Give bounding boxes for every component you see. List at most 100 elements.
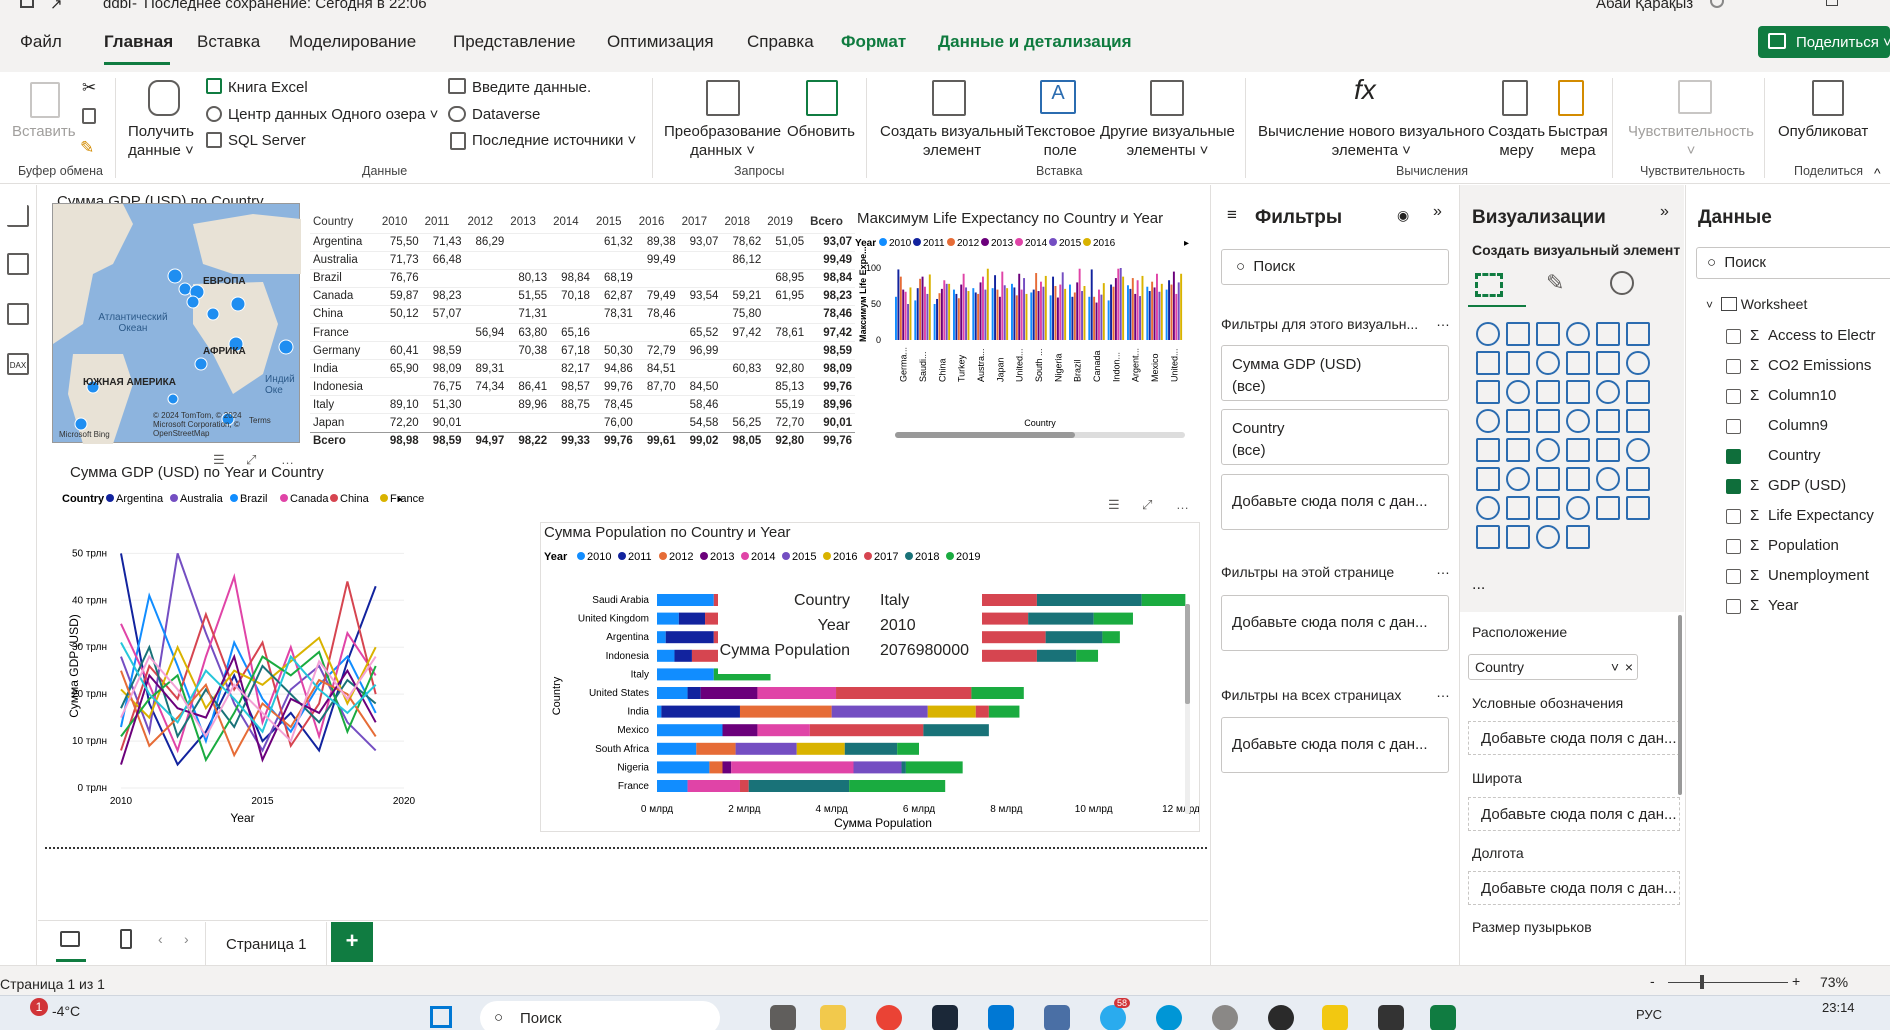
visual-type-icon[interactable] — [1476, 496, 1500, 520]
matrix-column-header[interactable]: 2011 — [422, 212, 465, 233]
visual-type-icon[interactable] — [1536, 496, 1560, 520]
visual-type-icon[interactable] — [1476, 322, 1500, 346]
matrix-column-header[interactable]: 2017 — [679, 212, 722, 233]
report-view-icon[interactable] — [7, 205, 29, 227]
field-population[interactable]: Σ Population — [1726, 537, 1839, 554]
dax-query-icon[interactable]: DAX — [7, 353, 29, 375]
visual-type-icon[interactable] — [1506, 467, 1530, 491]
map-visual[interactable]: ЕВРОПА Атлантический Океан АФРИКА ЮЖНАЯ … — [52, 203, 301, 444]
visual-type-icon[interactable] — [1596, 380, 1620, 404]
filter-card-country[interactable]: Country (все) — [1221, 409, 1449, 465]
visual-type-icon[interactable] — [1596, 467, 1620, 491]
field-access-to-electr[interactable]: Σ Access to Electr — [1726, 327, 1876, 344]
gdp-line-chart[interactable]: Country Argentina Australia Brazil Canada Chi… — [62, 488, 504, 833]
collapse-pane-icon[interactable]: » — [1433, 203, 1442, 221]
filter-icon[interactable]: ☰ — [1108, 497, 1120, 513]
collapse-pane-icon[interactable]: » — [1660, 203, 1669, 221]
visual-type-icon[interactable] — [1566, 351, 1590, 375]
menu-modeling[interactable]: Моделирование — [289, 32, 416, 52]
task-view-icon[interactable] — [770, 1005, 796, 1030]
publish-button[interactable]: Опубликоват — [1778, 122, 1868, 141]
matrix-column-header[interactable]: 2015 — [593, 212, 636, 233]
save-icon[interactable] — [20, 0, 34, 8]
table-view-icon[interactable] — [7, 253, 29, 275]
matrix-column-header[interactable]: 2010 — [379, 212, 422, 233]
field-column10[interactable]: Σ Column10 — [1726, 387, 1836, 404]
field-column9[interactable]: Column9 — [1726, 417, 1828, 434]
eye-icon[interactable]: ◉ — [1397, 207, 1409, 224]
visual-type-icon[interactable] — [1626, 322, 1650, 346]
visual-type-icon[interactable] — [1536, 351, 1560, 375]
matrix-row[interactable]: China 50,12 57,07 71,31 78,31 78,46 75,80 78,46 — [310, 304, 855, 324]
field-gdp-usd-[interactable]: Σ GDP (USD) — [1726, 477, 1846, 494]
recent-sources-button[interactable]: Последние источники ˅ — [472, 131, 636, 150]
copy-icon[interactable] — [82, 108, 96, 124]
format-painter-icon[interactable]: ✎ — [80, 138, 94, 157]
add-all-pages-filter-field[interactable]: Добавьте сюда поля с дан... — [1221, 717, 1449, 773]
format-visual-icon[interactable]: ✎ — [1546, 270, 1564, 296]
visual-type-icon[interactable] — [1476, 525, 1500, 549]
visual-type-icon[interactable] — [1626, 380, 1650, 404]
share-button[interactable]: Поделиться ˅ — [1758, 26, 1890, 58]
visual-type-icon[interactable] — [1626, 467, 1650, 491]
next-page-icon[interactable]: › — [184, 931, 189, 947]
undo-icon[interactable]: ↗ — [50, 0, 63, 13]
refresh-button[interactable]: Обновить — [787, 122, 855, 141]
matrix-column-header[interactable]: Country — [310, 212, 379, 233]
paste-button[interactable]: Вставить — [12, 122, 76, 141]
location-field-pill[interactable]: Country ˅ × — [1468, 654, 1638, 680]
visual-type-icon[interactable] — [1476, 409, 1500, 433]
field-unemployment[interactable]: Σ Unemployment — [1726, 567, 1869, 584]
visual-type-icon[interactable] — [1506, 351, 1530, 375]
filter-card-gdp[interactable]: Сумма GDP (USD) (все) — [1221, 345, 1449, 401]
matrix-row[interactable]: Argentina 75,50 71,43 86,29 61,32 89,38 93,07 7… — [310, 232, 855, 252]
menu-file[interactable]: Файл — [20, 32, 62, 52]
more-options-icon[interactable]: … — [1436, 684, 1450, 700]
visual-type-icon[interactable] — [1476, 380, 1500, 404]
field-co2-emissions[interactable]: Σ CO2 Emissions — [1726, 357, 1871, 374]
new-visual-button[interactable]: Создать визуальный элемент — [880, 122, 1024, 160]
data-search[interactable]: ○ Поиск — [1696, 247, 1890, 279]
sensitivity-button[interactable]: Чувствительность ˅ — [1628, 122, 1754, 160]
zoom-out-button[interactable]: - — [1650, 973, 1655, 989]
visual-type-icon[interactable] — [1566, 496, 1590, 520]
longitude-add-field[interactable]: Добавьте сюда поля с дан... — [1468, 871, 1680, 905]
menu-insert[interactable]: Вставка — [197, 32, 260, 52]
new-visual-calc-button[interactable]: Вычисление нового визуального элемента ˅ — [1258, 122, 1485, 160]
enter-data-button[interactable]: Введите данные. — [472, 78, 591, 97]
user-name[interactable]: Абай Қарақыз — [1596, 0, 1693, 12]
onelake-button[interactable]: Центр данных Одного озера ˅ — [228, 105, 438, 124]
visual-type-icon[interactable] — [1566, 380, 1590, 404]
add-page-filter-field[interactable]: Добавьте сюда поля с дан... — [1221, 595, 1449, 651]
steam-icon[interactable] — [932, 1005, 958, 1030]
powerbi-icon[interactable] — [1322, 1005, 1348, 1030]
visual-type-icon[interactable] — [1536, 438, 1560, 462]
visual-type-icon[interactable] — [1626, 438, 1650, 462]
vscode-icon[interactable] — [988, 1005, 1014, 1030]
more-options-icon[interactable]: … — [1176, 497, 1189, 512]
matrix-row[interactable]: India 65,90 98,09 89,31 82,17 94,86 84,51 60,83… — [310, 359, 855, 378]
app-icon[interactable] — [1044, 1005, 1070, 1030]
visual-type-icon[interactable] — [1536, 409, 1560, 433]
field-checkbox[interactable] — [1726, 329, 1741, 344]
more-options-icon[interactable]: … — [281, 452, 294, 467]
visual-type-icon[interactable] — [1476, 351, 1500, 375]
taskbar-search[interactable]: ○ Поиск — [480, 1001, 720, 1030]
table-worksheet[interactable]: ˅ Worksheet — [1706, 296, 1807, 312]
matrix-row[interactable]: Canada 59,87 98,23 51,55 70,18 62,87 79,49 93,5… — [310, 286, 855, 306]
field-checkbox[interactable] — [1726, 389, 1741, 404]
edge-icon[interactable] — [1156, 1005, 1182, 1030]
matrix-row[interactable]: Japan 72,20 90,01 76,00 54,58 56,25 72,70 90,01 — [310, 413, 855, 433]
matrix-column-header[interactable]: Всего — [807, 212, 855, 233]
visual-type-icon[interactable] — [1596, 409, 1620, 433]
field-checkbox[interactable] — [1726, 359, 1741, 374]
prev-page-icon[interactable]: ‹ — [158, 931, 163, 947]
visual-type-icon[interactable] — [1536, 467, 1560, 491]
field-checkbox[interactable] — [1726, 449, 1741, 464]
matrix-row[interactable]: Germany 60,41 98,59 70,38 67,18 50,30 72,79 96,… — [310, 341, 855, 360]
chevron-down-icon[interactable]: ˅ — [1706, 298, 1713, 312]
scrollbar[interactable] — [1678, 615, 1682, 795]
menu-help[interactable]: Справка — [747, 32, 814, 52]
visual-type-icon[interactable] — [1506, 322, 1530, 346]
matrix-column-header[interactable]: 2019 — [764, 212, 807, 233]
